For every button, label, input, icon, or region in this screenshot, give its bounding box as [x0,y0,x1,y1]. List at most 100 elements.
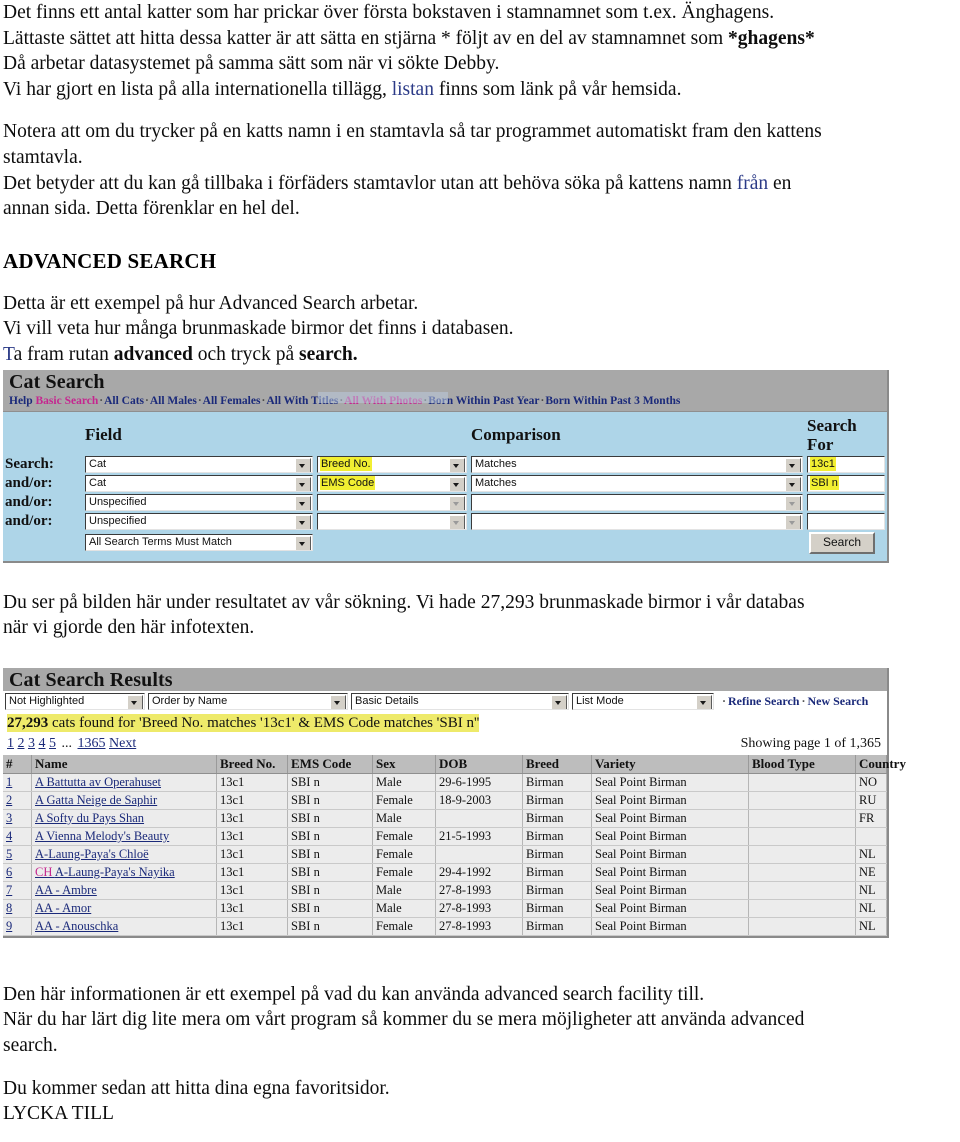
cell-sex: Female [372,863,436,882]
row-number-link[interactable]: 9 [6,919,12,933]
comparison-select-1[interactable]: Matches [471,474,803,492]
nav-link-all-males[interactable]: All Males [150,395,197,407]
comparison-select-3[interactable] [471,512,803,530]
refine-search-link[interactable]: Refine Search [728,694,799,708]
nav-link-help[interactable]: Help [9,395,33,407]
cat-name-link[interactable]: A Softy du Pays Shan [35,811,144,825]
cell-sex: Female [372,791,436,810]
detail-select[interactable]: Basic Details [351,692,569,710]
mode-select[interactable]: List Mode [572,692,714,710]
nav-link-all-with-titles[interactable]: All With Titles [266,395,338,407]
outro-line-1: Den här informationen är ett exempel på … [3,983,705,1005]
cell-breed: Birman [522,809,592,828]
subfield-select-3[interactable] [317,512,467,530]
row-number-link[interactable]: 1 [6,775,12,789]
listan-link[interactable]: listan [392,79,434,100]
search-for-value-1: SBI n [811,476,838,489]
page-link-5[interactable]: 5 [49,736,56,751]
field-select-1[interactable]: Cat [85,474,313,492]
row-number-link[interactable]: 8 [6,901,12,915]
row-number-cell: 3 [3,809,32,828]
page-link-3[interactable]: 3 [28,736,35,751]
order-select[interactable]: Order by Name [148,692,348,710]
intro-para3-b: en [768,172,792,194]
document-page: Det finns ett antal katter som har prick… [0,0,960,1142]
nav-link-born-within-past-year[interactable]: Born Within Past Year [428,395,539,407]
new-search-link[interactable]: New Search [807,694,868,708]
comparison-select-0[interactable]: Matches [471,455,803,473]
highlight-select[interactable]: Not Highlighted [5,692,145,710]
cat-name-cell: A Softy du Pays Shan [31,809,217,828]
page-link-2[interactable]: 2 [18,736,25,751]
row-number-cell: 6 [3,863,32,882]
nav-link-all-with-photos[interactable]: All With Photos [344,395,422,407]
row-number-link[interactable]: 3 [6,811,12,825]
cat-name-link[interactable]: CH A-Laung-Paya's Nayika [35,865,175,879]
cat-name-link[interactable]: AA - Anouschka [35,919,118,933]
cell-ems: SBI n [287,845,373,864]
page-link-last[interactable]: 1365 [78,736,106,751]
search-button[interactable]: Search [808,531,875,554]
cell-dob: 21-5-1993 [435,827,523,846]
field-select-2[interactable]: Unspecified [85,493,313,511]
fran-link[interactable]: från [737,173,768,194]
cell-variety: Seal Point Birman [591,791,749,810]
cell-dob: 29-4-1992 [435,863,523,882]
intro-para3-line-2: annan sida. Detta förenklar en hel del. [3,198,300,220]
intro-para3-line-1: Det betyder att du kan gå tillbaka i för… [3,171,960,197]
nav-link-basic-search[interactable]: Basic Search [36,395,99,407]
row-number-link[interactable]: 5 [6,847,12,861]
middle-line-2: när vi gjorde den här infotexten. [3,617,255,639]
cat-name-link[interactable]: A-Laung-Paya's Chloë [35,847,149,861]
cell-breed_no: 13c1 [216,809,288,828]
next-page-link[interactable]: Next [109,736,136,751]
cell-country: NL [855,881,887,900]
nav-link-all-females[interactable]: All Females [203,395,261,407]
cat-name-link[interactable]: A Gatta Neige de Saphir [35,793,157,807]
intro-para2-line-2: stamtavla. [3,146,83,168]
highlight-value: Not Highlighted [9,694,85,707]
row-number-link[interactable]: 2 [6,793,12,807]
subfield-select-2[interactable] [317,493,467,511]
table-row: 2 A Gatta Neige de Saphir 13c1 SBI n Female 1… [3,791,887,810]
chevron-down-icon [785,514,801,529]
row-number-link[interactable]: 7 [6,883,12,897]
cat-name-link[interactable]: AA - Ambre [35,883,97,897]
cat-name-link[interactable]: A Vienna Melody's Beauty [35,829,169,843]
cell-country: NL [855,899,887,918]
search-for-input-1[interactable]: SBI n [807,474,885,492]
row-number-link[interactable]: 4 [6,829,12,843]
search-for-input-0[interactable]: 13c1 [807,455,885,473]
field-select-2-value: Unspecified [89,495,147,508]
row-label-1: and/or: [5,474,53,491]
search-for-input-2[interactable] [807,493,885,511]
field-select-0[interactable]: Cat [85,455,313,473]
cell-breed_no: 13c1 [216,773,288,792]
chevron-down-icon [295,495,311,510]
page-link-4[interactable]: 4 [39,736,46,751]
results-col-header: # [3,754,32,774]
results-col-header: Variety [591,754,749,774]
row-number-link[interactable]: 6 [6,865,12,879]
field-select-3[interactable]: Unspecified [85,512,313,530]
chevron-down-icon [785,476,801,491]
outro-line-2: När du har lärt dig lite mera om vårt pr… [3,1009,805,1031]
search-for-input-3[interactable] [807,512,885,530]
page-link-1[interactable]: 1 [7,736,14,751]
advanced-line-2: Vi vill veta hur många brunmaskade birmo… [3,318,514,340]
nav-link-born-within-past-3-months[interactable]: Born Within Past 3 Months [545,395,680,407]
subfield-select-1[interactable]: EMS Code [317,474,467,492]
cat-name-link[interactable]: AA - Amor [35,901,91,915]
cell-blood [748,845,856,864]
subfield-select-0[interactable]: Breed No. [317,455,467,473]
match-mode-select[interactable]: All Search Terms Must Match [85,534,313,552]
cell-blood [748,827,856,846]
cat-name-link[interactable]: A Battutta av Operahuset [35,775,161,789]
intro-para3-a: Det betyder att du kan gå tillbaka i för… [3,172,737,194]
nav-link-all-cats[interactable]: All Cats [104,395,144,407]
chevron-down-icon [295,476,311,491]
comparison-select-2[interactable] [471,493,803,511]
